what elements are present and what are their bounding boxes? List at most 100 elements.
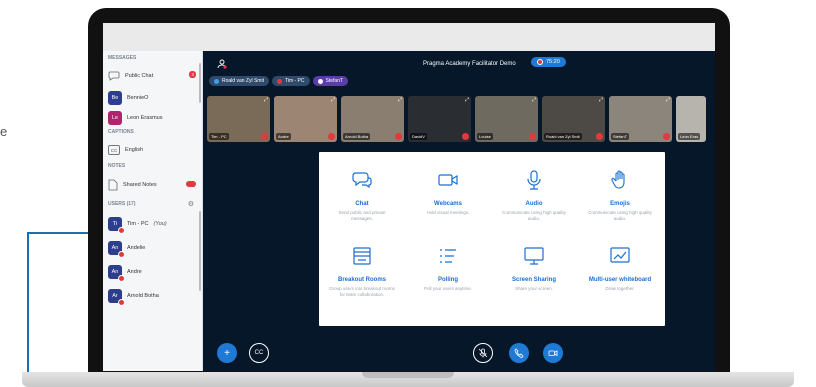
polling-icon xyxy=(440,249,456,263)
you-label: (You) xyxy=(153,221,167,227)
callout-line-vertical xyxy=(27,232,29,382)
public-chat-item[interactable]: Public Chat 3 xyxy=(108,71,200,81)
notes-header: NOTES xyxy=(108,163,126,169)
shared-notes-item[interactable]: Shared Notes xyxy=(108,179,200,191)
scrollbar[interactable] xyxy=(199,63,201,103)
share-webcam-button[interactable] xyxy=(543,343,563,363)
webcam-name: DavidV xyxy=(410,133,427,140)
pill-label: StefanT xyxy=(325,78,344,84)
chat-icon xyxy=(352,172,372,189)
phone-icon xyxy=(514,348,524,358)
caption-language-item[interactable]: CC English xyxy=(108,145,143,155)
user-name: Tim - PC xyxy=(127,221,149,227)
avatar-initials: An xyxy=(111,269,119,275)
webcam-name: Louise xyxy=(477,133,493,140)
status-marker xyxy=(118,251,125,258)
muted-icon xyxy=(529,133,536,140)
camera-icon xyxy=(548,350,558,357)
avatar-initials: Ar xyxy=(112,293,118,299)
actions-plus-button[interactable]: + xyxy=(217,343,237,363)
expand-icon[interactable]: ⤢ xyxy=(666,97,670,103)
chat-user-name: Leon Erasmus xyxy=(127,115,163,121)
feature-description: Poll your users anytime. xyxy=(423,286,473,291)
feature-description: Communicate using high quality audio. xyxy=(502,210,566,222)
features-panel: Chat Send public and private messages. W… xyxy=(319,152,665,326)
record-icon xyxy=(537,59,543,65)
webcam-tile[interactable]: ⤢ Louise xyxy=(475,96,538,142)
talking-indicators: Roald van Zyl Smit Tim - PC StefanT xyxy=(209,76,349,86)
caption-language-label: English xyxy=(125,147,144,153)
webcam-tile[interactable]: Leon Eras xyxy=(676,96,706,142)
document-icon xyxy=(108,179,118,191)
talking-pill[interactable]: StefanT xyxy=(312,76,349,86)
mute-button[interactable] xyxy=(473,343,493,363)
chat-bubble-icon xyxy=(108,71,120,81)
webcam-name: Leon Eras xyxy=(678,133,701,140)
public-chat-label: Public Chat xyxy=(125,73,154,79)
expand-icon[interactable]: ⤢ xyxy=(465,97,469,103)
pill-label: Roald van Zyl Smit xyxy=(222,78,264,84)
whiteboard-icon xyxy=(610,247,630,263)
user-list-item[interactable]: An Andelie xyxy=(108,241,146,258)
user-list-item[interactable]: Ar Arnold Botha xyxy=(108,289,159,306)
feature-title: Polling xyxy=(438,277,458,283)
muted-icon xyxy=(462,133,469,140)
scrollbar[interactable] xyxy=(199,211,201,291)
feature-screen-sharing: Screen Sharing Share your screen. xyxy=(491,246,577,292)
feature-emojis: Emojis Communicate using high quality au… xyxy=(577,170,663,223)
feature-webcams: Webcams Hold visual meetings. xyxy=(405,170,491,216)
user-name: Andelie xyxy=(127,245,146,251)
expand-icon[interactable]: ⤢ xyxy=(599,97,603,103)
muted-microphone-icon xyxy=(478,348,488,358)
avatar: An xyxy=(108,265,125,282)
webcam-name: Roald van Zyl Smit xyxy=(544,133,582,140)
settings-gear-icon[interactable]: ⚙ xyxy=(188,200,194,208)
webcam-tile[interactable]: ⤢ Roald van Zyl Smit xyxy=(542,96,605,142)
talking-pill[interactable]: Tim - PC xyxy=(271,76,310,86)
webcam-tile[interactable]: ⤢ Tim - PC xyxy=(207,96,270,142)
expand-icon[interactable]: ⤢ xyxy=(264,97,268,103)
laptop-frame: MESSAGES Public Chat 3 Be BennieO Le Leo… xyxy=(88,8,730,378)
talking-pill[interactable]: Roald van Zyl Smit xyxy=(209,76,269,86)
feature-description: Communicate using high quality audio. xyxy=(588,210,652,222)
feature-audio: Audio Communicate using high quality aud… xyxy=(491,170,577,223)
feature-title: Breakout Rooms xyxy=(337,277,386,283)
chat-user-item[interactable]: Le Leon Erasmus xyxy=(108,111,162,125)
recording-timer[interactable]: 75:20 xyxy=(531,57,566,67)
messages-header: MESSAGES xyxy=(108,55,137,61)
user-list-item[interactable]: Ti Tim - PC (You) xyxy=(108,217,167,234)
feature-title: Audio xyxy=(525,201,543,207)
user-icon[interactable] xyxy=(217,59,227,69)
users-header: USERS (17) xyxy=(108,201,136,207)
pill-label: Tim - PC xyxy=(284,78,305,84)
breakout-icon xyxy=(353,247,371,265)
laptop-notch xyxy=(362,372,454,378)
muted-icon xyxy=(261,133,268,140)
avatar: An xyxy=(108,241,125,258)
webcam-tile[interactable]: ⤢ Andre xyxy=(274,96,337,142)
marketing-stage: e MESSAGES Public Chat 3 Be BennieO Le L… xyxy=(0,0,816,387)
feature-title: Screen Sharing xyxy=(511,277,556,283)
chat-user-name: BennieO xyxy=(127,95,149,101)
webcam-tile[interactable]: ⤢ Arnold Botha xyxy=(341,96,404,142)
expand-icon[interactable]: ⤢ xyxy=(331,97,335,103)
expand-icon[interactable]: ⤢ xyxy=(398,97,402,103)
monitor-icon xyxy=(524,247,544,265)
webcam-strip: ⤢ Tim - PC ⤢ Andre ⤢ Arnold Botha ⤢ DavidV ⤢… xyxy=(207,96,706,142)
plus-icon: + xyxy=(224,347,230,359)
feature-whiteboard: Multi-user whiteboard Draw together. xyxy=(577,246,663,292)
captions-header: CAPTIONS xyxy=(108,129,134,135)
avatar: Le xyxy=(108,111,122,125)
leave-audio-button[interactable] xyxy=(509,343,529,363)
chat-user-item[interactable]: Be BennieO xyxy=(108,91,148,105)
webcam-tile[interactable]: ⤢ DavidV xyxy=(408,96,471,142)
user-list-item[interactable]: An Andre xyxy=(108,265,142,282)
laptop-base xyxy=(22,372,794,387)
avatar-initials: Ti xyxy=(112,221,118,227)
unread-badge: 3 xyxy=(189,71,196,78)
captions-button[interactable]: CC xyxy=(249,343,269,363)
webcam-tile[interactable]: ⤢ StefanT xyxy=(609,96,672,142)
meeting-title: Pragma Academy Facilitator Demo xyxy=(423,61,516,67)
expand-icon[interactable]: ⤢ xyxy=(532,97,536,103)
talking-icon xyxy=(214,78,219,84)
